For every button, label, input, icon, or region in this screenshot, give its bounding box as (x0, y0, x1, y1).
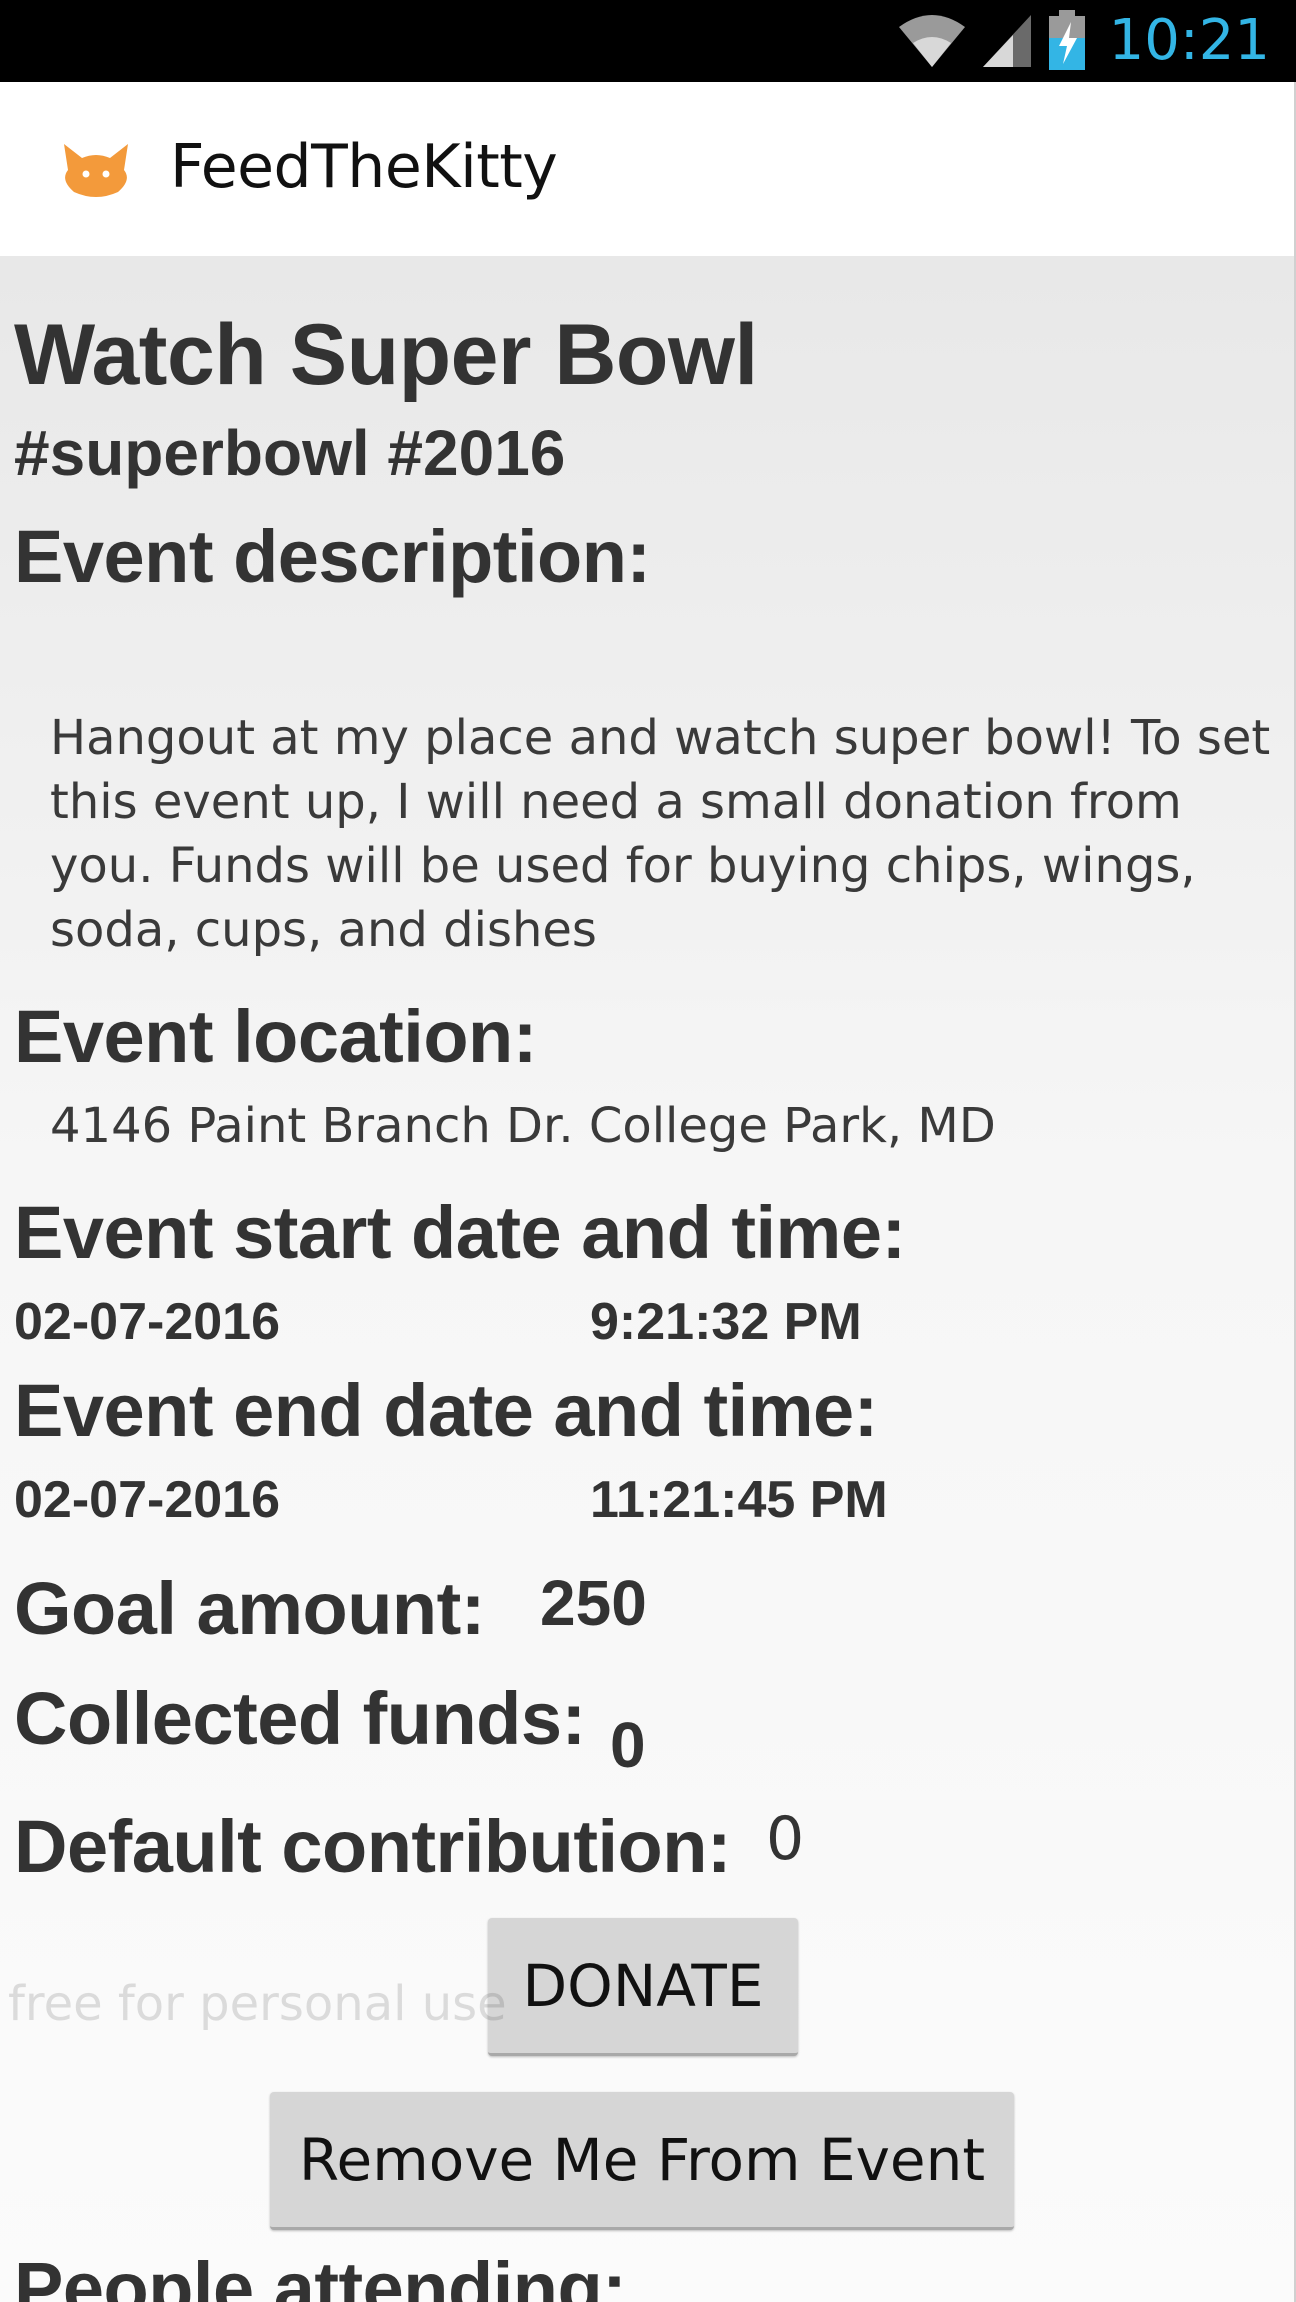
app-bar: FeedTheKitty (0, 82, 1296, 256)
start-label: Event start date and time: (14, 1191, 906, 1274)
status-bar: 10:21 (0, 0, 1296, 82)
collected-value: 0 (610, 1709, 646, 1781)
wifi-icon (898, 15, 965, 67)
watermark: free for personal use (8, 1976, 507, 2032)
status-clock: 10:21 (1108, 8, 1270, 73)
end-time: 11:21:45 PM (590, 1471, 888, 1529)
location-label: Event location: (14, 995, 537, 1078)
end-date: 02-07-2016 (14, 1471, 280, 1529)
event-title: Watch Super Bowl (14, 307, 758, 403)
event-location: 4146 Paint Branch Dr. College Park, MD (50, 1098, 996, 1154)
cat-icon[interactable] (58, 140, 134, 202)
description-label: Event description: (14, 515, 651, 598)
event-description: Hangout at my place and watch super bowl… (50, 710, 1271, 958)
end-label: Event end date and time: (14, 1369, 878, 1452)
collected-label: Collected funds: (14, 1677, 586, 1760)
default-contribution-value: 0 (766, 1804, 805, 1874)
goal-value: 250 (540, 1567, 647, 1639)
battery-charging-icon (1048, 10, 1085, 70)
remove-me-button[interactable]: Remove Me From Event (270, 2092, 1014, 2230)
start-time: 9:21:32 PM (590, 1293, 862, 1351)
donate-button[interactable]: DONATE (488, 1918, 798, 2056)
start-date: 02-07-2016 (14, 1293, 280, 1351)
signal-icon (982, 15, 1031, 67)
app-title: FeedTheKitty (170, 132, 558, 202)
event-tags: #superbowl #2016 (14, 417, 566, 489)
people-attending-label: People attending: (14, 2247, 627, 2302)
status-icons: 10:21 (897, 0, 1270, 82)
goal-label: Goal amount: (14, 1567, 485, 1650)
default-contribution-label: Default contribution: (14, 1805, 732, 1888)
